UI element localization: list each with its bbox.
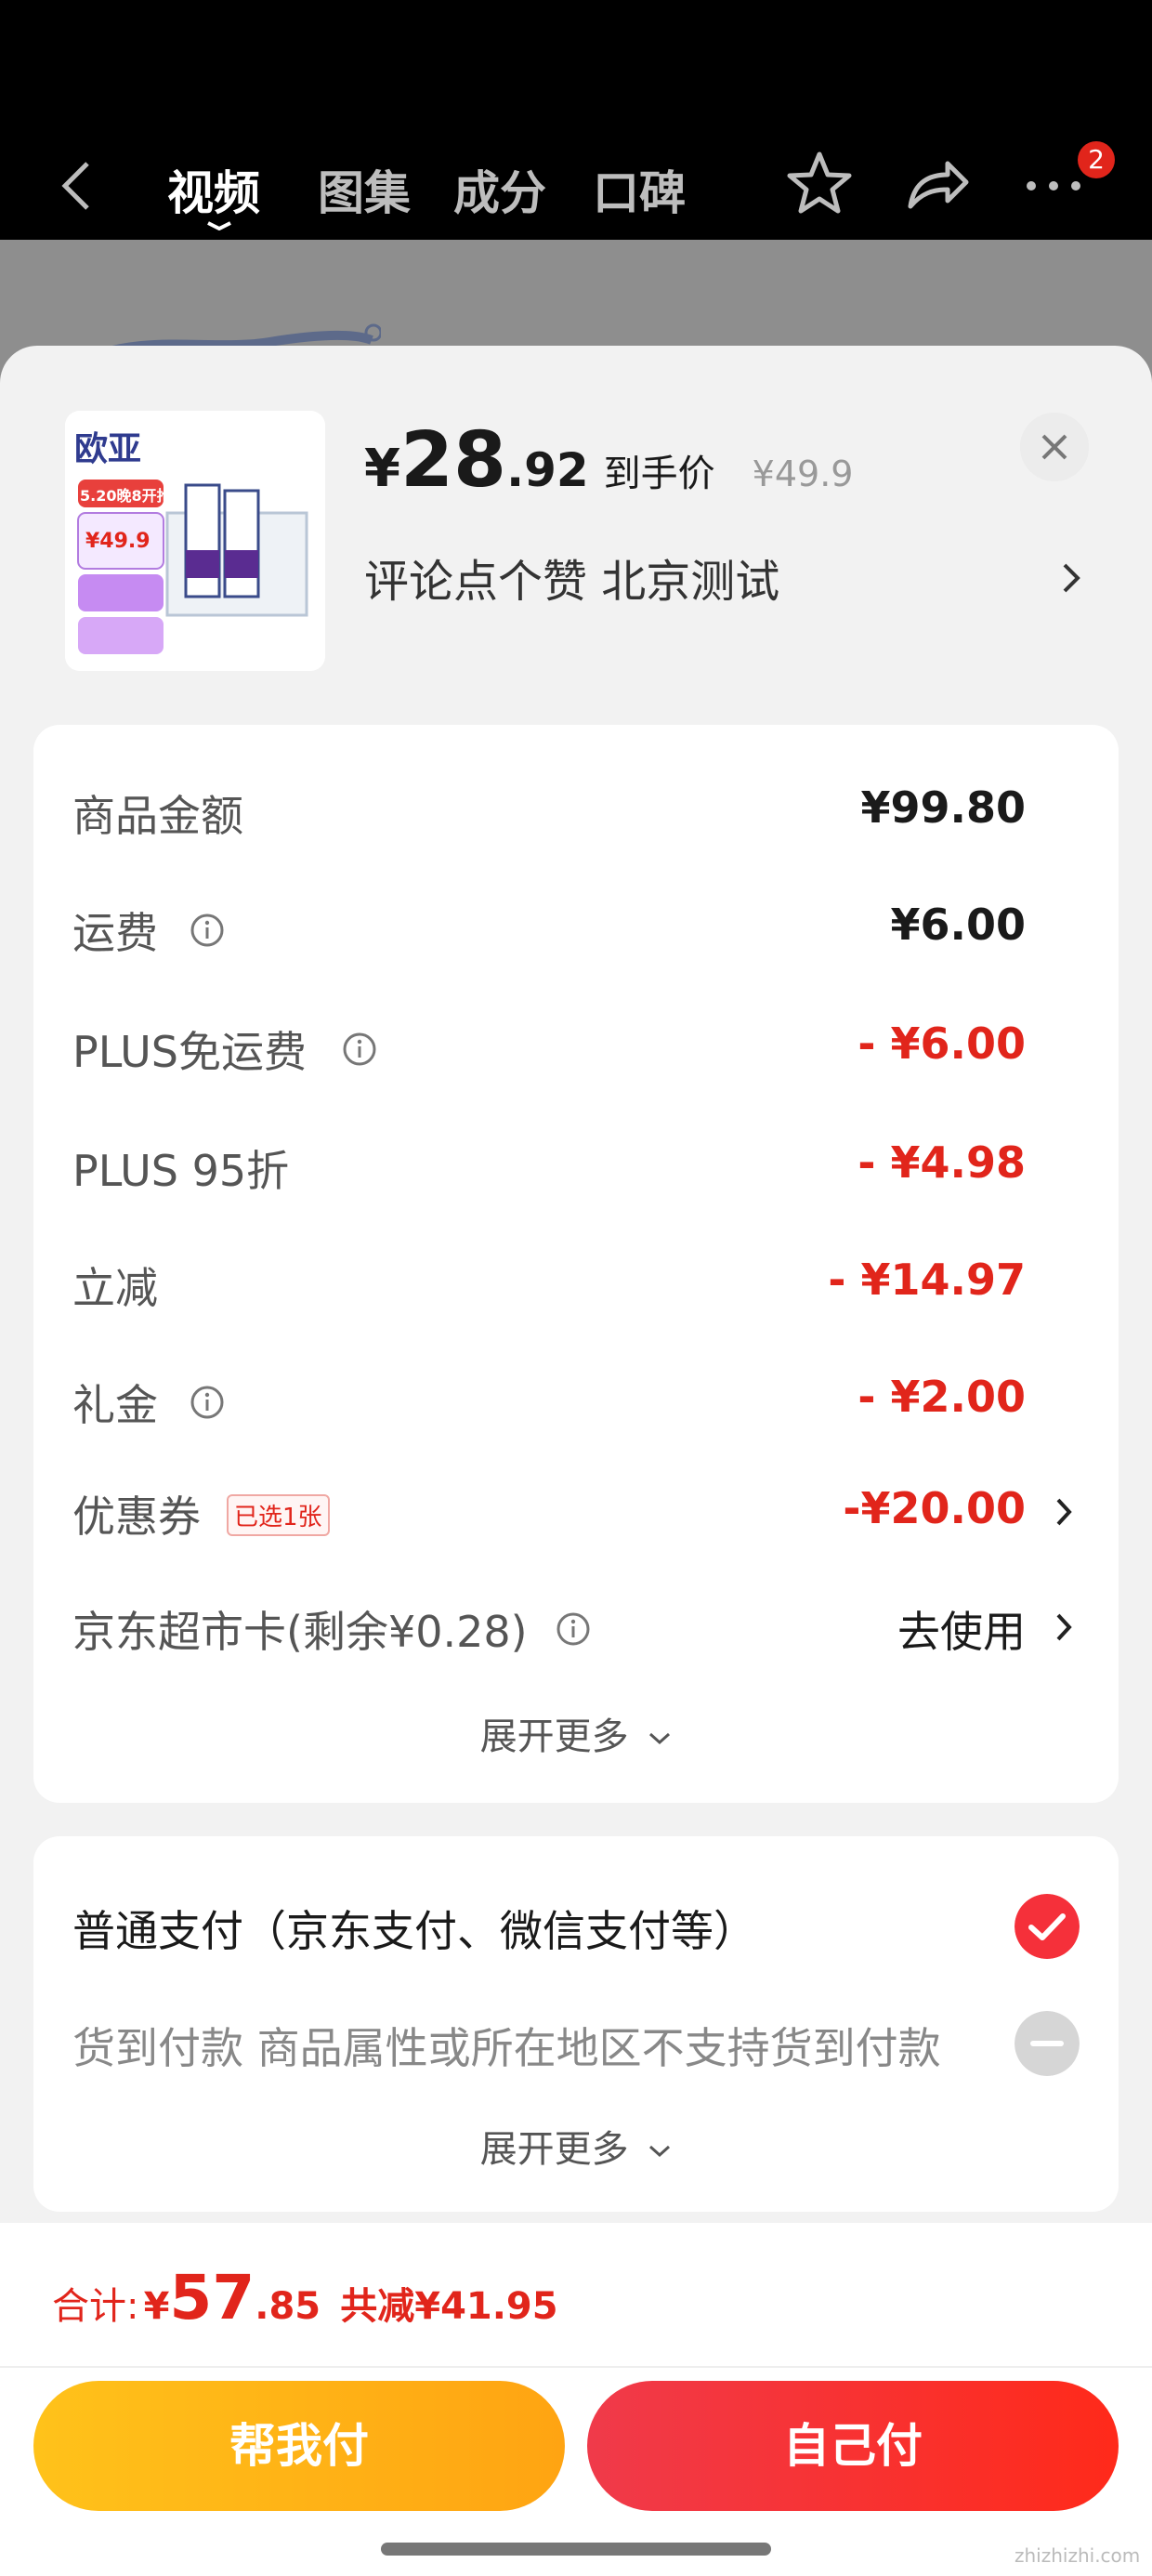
cost-label: 商品金额 — [72, 791, 243, 841]
product-subtitle[interactable]: 评论点个赞 北京测试 — [364, 545, 779, 610]
payment-method-card: 普通支付（京东支付、微信支付等） 货到付款 商品属性或所在地区不支持货到付款 展… — [33, 1836, 1119, 2212]
use-card-link[interactable]: 去使用 — [897, 1598, 1026, 1660]
payment-option-cod: 货到付款 商品属性或所在地区不支持货到付款 — [33, 2011, 1119, 2085]
cost-value: - ¥14.97 — [828, 1255, 1026, 1305]
info-icon[interactable] — [190, 1385, 225, 1420]
cost-value: -¥20.00 — [843, 1483, 1026, 1533]
expand-more-payment[interactable]: 展开更多 — [33, 2119, 1119, 2173]
info-icon[interactable] — [556, 1611, 591, 1647]
star-icon[interactable] — [784, 149, 855, 219]
thumb-price: ¥49.9 — [85, 530, 151, 553]
thumb-promo: 5.20晚8开抢 — [80, 487, 172, 505]
share-icon[interactable] — [901, 149, 972, 219]
chevron-down-icon — [649, 1732, 671, 1745]
original-price: ¥49.9 — [752, 453, 854, 494]
expand-more-costs[interactable]: 展开更多 — [33, 1706, 1119, 1760]
notification-badge: 2 — [1078, 141, 1115, 178]
active-tab-indicator-icon — [207, 221, 231, 230]
cost-label: 礼金 — [72, 1380, 158, 1430]
thumb-brand: 欧亚 — [74, 430, 142, 468]
back-arrow-icon[interactable] — [58, 158, 95, 214]
info-icon[interactable] — [342, 1032, 377, 1067]
home-indicator[interactable] — [381, 2543, 771, 2556]
cost-row-coupon[interactable]: 优惠券 已选1张 -¥20.00 — [33, 1483, 1119, 1542]
watermark: zhizhizhi.com — [1015, 2544, 1141, 2567]
total-currency: ¥ — [143, 2285, 170, 2328]
cost-label: 优惠券 — [72, 1492, 201, 1542]
top-nav-bar: 视频 图集 成分 口碑 2 — [0, 0, 1152, 240]
cost-value: ¥99.80 — [860, 782, 1026, 833]
price-integer: 28 — [399, 416, 507, 505]
product-price: ¥28.92 到手价 ¥49.9 — [364, 416, 853, 505]
cost-value: - ¥2.00 — [857, 1372, 1026, 1422]
cost-row-plus-discount: PLUS 95折 - ¥4.98 — [33, 1137, 1119, 1196]
expand-more-label: 展开更多 — [479, 2128, 629, 2171]
cost-row-shipping: 运费 ¥6.00 — [33, 900, 1119, 958]
cost-row-instant-discount: 立减 - ¥14.97 — [33, 1255, 1119, 1313]
disabled-circle-icon — [1015, 2011, 1080, 2076]
order-total: 合计: ¥57.85 共减¥41.95 — [52, 2262, 558, 2333]
cost-row-plus-free-shipping: PLUS免运费 - ¥6.00 — [33, 1019, 1119, 1077]
total-label: 合计: — [52, 2285, 139, 2328]
payment-option-label: 货到付款 商品属性或所在地区不支持货到付款 — [72, 2023, 941, 2073]
tab-gallery[interactable]: 图集 — [318, 156, 411, 223]
info-icon[interactable] — [190, 913, 225, 948]
total-decimal: .85 — [255, 2285, 321, 2328]
total-savings: 共减¥41.95 — [340, 2285, 558, 2328]
cost-label: PLUS免运费 — [72, 1027, 307, 1077]
coupon-selected-tag: 已选1张 — [227, 1494, 330, 1536]
payment-option-label: 普通支付（京东支付、微信支付等） — [72, 1906, 756, 1956]
help-pay-button[interactable]: 帮我付 — [33, 2381, 565, 2511]
price-currency: ¥ — [364, 439, 400, 499]
cost-row-supermarket-card[interactable]: 京东超市卡(剩余¥0.28) 去使用 — [33, 1598, 1119, 1657]
product-thumbnail: 欧亚 5.20晚8开抢 ¥49.9 — [65, 411, 325, 671]
cost-value: ¥6.00 — [890, 900, 1026, 950]
cost-value: - ¥6.00 — [857, 1019, 1026, 1069]
cost-label: PLUS 95折 — [72, 1146, 290, 1196]
cost-label: 立减 — [72, 1263, 158, 1313]
total-integer: 57 — [169, 2262, 255, 2333]
chevron-down-icon — [649, 2145, 671, 2158]
cost-label: 京东超市卡(剩余¥0.28) — [72, 1607, 528, 1657]
dimmed-background — [0, 240, 1152, 365]
cost-row-gift-money: 礼金 - ¥2.00 — [33, 1372, 1119, 1430]
cost-value: - ¥4.98 — [857, 1137, 1026, 1188]
tab-reviews[interactable]: 口碑 — [593, 156, 686, 223]
expand-more-label: 展开更多 — [479, 1715, 629, 1758]
cost-breakdown-card: 商品金额 ¥99.80 运费 ¥6.00 PLUS免运费 - ¥6.00 PLU… — [33, 725, 1119, 1803]
self-pay-button[interactable]: 自己付 — [587, 2381, 1119, 2511]
cost-label: 运费 — [72, 908, 158, 958]
chevron-right-icon[interactable] — [1059, 558, 1083, 598]
payment-option-normal[interactable]: 普通支付（京东支付、微信支付等） — [33, 1894, 1119, 1968]
close-icon[interactable] — [1020, 413, 1089, 481]
checked-circle-icon[interactable] — [1015, 1894, 1080, 1959]
chevron-right-icon[interactable] — [1054, 1494, 1074, 1530]
divider — [0, 2366, 1152, 2368]
cost-row-goods: 商品金额 ¥99.80 — [33, 782, 1119, 841]
price-decimal: .92 — [506, 443, 589, 497]
tab-video[interactable]: 视频 — [167, 156, 260, 223]
tab-ingredients[interactable]: 成分 — [453, 156, 546, 223]
chevron-right-icon[interactable] — [1054, 1610, 1074, 1645]
price-label: 到手价 — [603, 453, 715, 495]
